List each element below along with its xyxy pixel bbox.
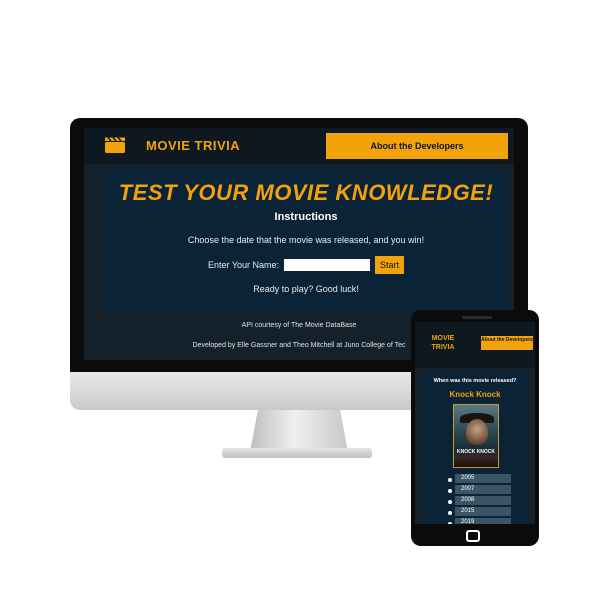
question-text: When was this movie released?	[433, 378, 517, 384]
monitor-stand	[250, 410, 348, 452]
monitor-base	[222, 448, 372, 458]
page-headline: TEST YOUR MOVIE KNOWLEDGE!	[118, 180, 494, 205]
clapperboard-icon	[105, 137, 125, 153]
question-panel: When was this movie released? Knock Knoc…	[421, 372, 529, 524]
answer-option[interactable]: 2008	[421, 496, 529, 506]
start-button[interactable]: Start	[375, 256, 405, 274]
instructions-text: Choose the date that the movie was relea…	[187, 235, 425, 245]
answer-option-label[interactable]: 2019	[455, 518, 511, 524]
about-developers-button[interactable]: About the Developers	[326, 133, 508, 159]
name-input[interactable]	[284, 259, 371, 271]
poster-hand	[454, 455, 498, 467]
name-label: Enter Your Name:	[207, 260, 280, 270]
radio-dot-icon[interactable]	[448, 500, 452, 504]
answer-option-label[interactable]: 2007	[455, 485, 511, 494]
ready-text: Ready to play? Good luck!	[253, 284, 359, 294]
answer-option-label[interactable]: 2008	[455, 496, 511, 505]
home-button-icon	[466, 530, 480, 542]
radio-dot-icon[interactable]	[448, 478, 452, 482]
radio-dot-icon[interactable]	[448, 511, 452, 515]
mobile-header: MOVIE TRIVIA About the Developers	[415, 322, 535, 368]
mobile-screen: MOVIE TRIVIA About the Developers When w…	[415, 322, 535, 524]
site-title[interactable]: MOVIE TRIVIA	[146, 138, 240, 153]
mobile-site-title[interactable]: MOVIE TRIVIA	[423, 334, 463, 352]
answer-option-label[interactable]: 2005	[455, 474, 511, 483]
instructions-panel: TEST YOUR MOVIE KNOWLEDGE! Instructions …	[104, 170, 508, 312]
radio-dot-icon[interactable]	[448, 522, 452, 524]
mobile-about-developers-button[interactable]: About the Developers	[481, 336, 533, 350]
answer-option[interactable]: 2005	[421, 474, 529, 484]
phone-speaker	[462, 316, 492, 319]
site-header: MOVIE TRIVIA About the Developers	[84, 128, 514, 164]
instructions-title: Instructions	[274, 211, 338, 223]
answer-option[interactable]: 2007	[421, 485, 529, 495]
answer-option-label[interactable]: 2015	[455, 507, 511, 516]
movie-title: Knock Knock	[449, 390, 501, 399]
name-form: Enter Your Name: Start	[104, 256, 508, 274]
poster-face	[466, 419, 488, 445]
answer-option[interactable]: 2019	[421, 518, 529, 524]
movie-poster: KNOCK KNOCK	[453, 404, 499, 468]
answer-option[interactable]: 2015	[421, 507, 529, 517]
radio-dot-icon[interactable]	[448, 489, 452, 493]
